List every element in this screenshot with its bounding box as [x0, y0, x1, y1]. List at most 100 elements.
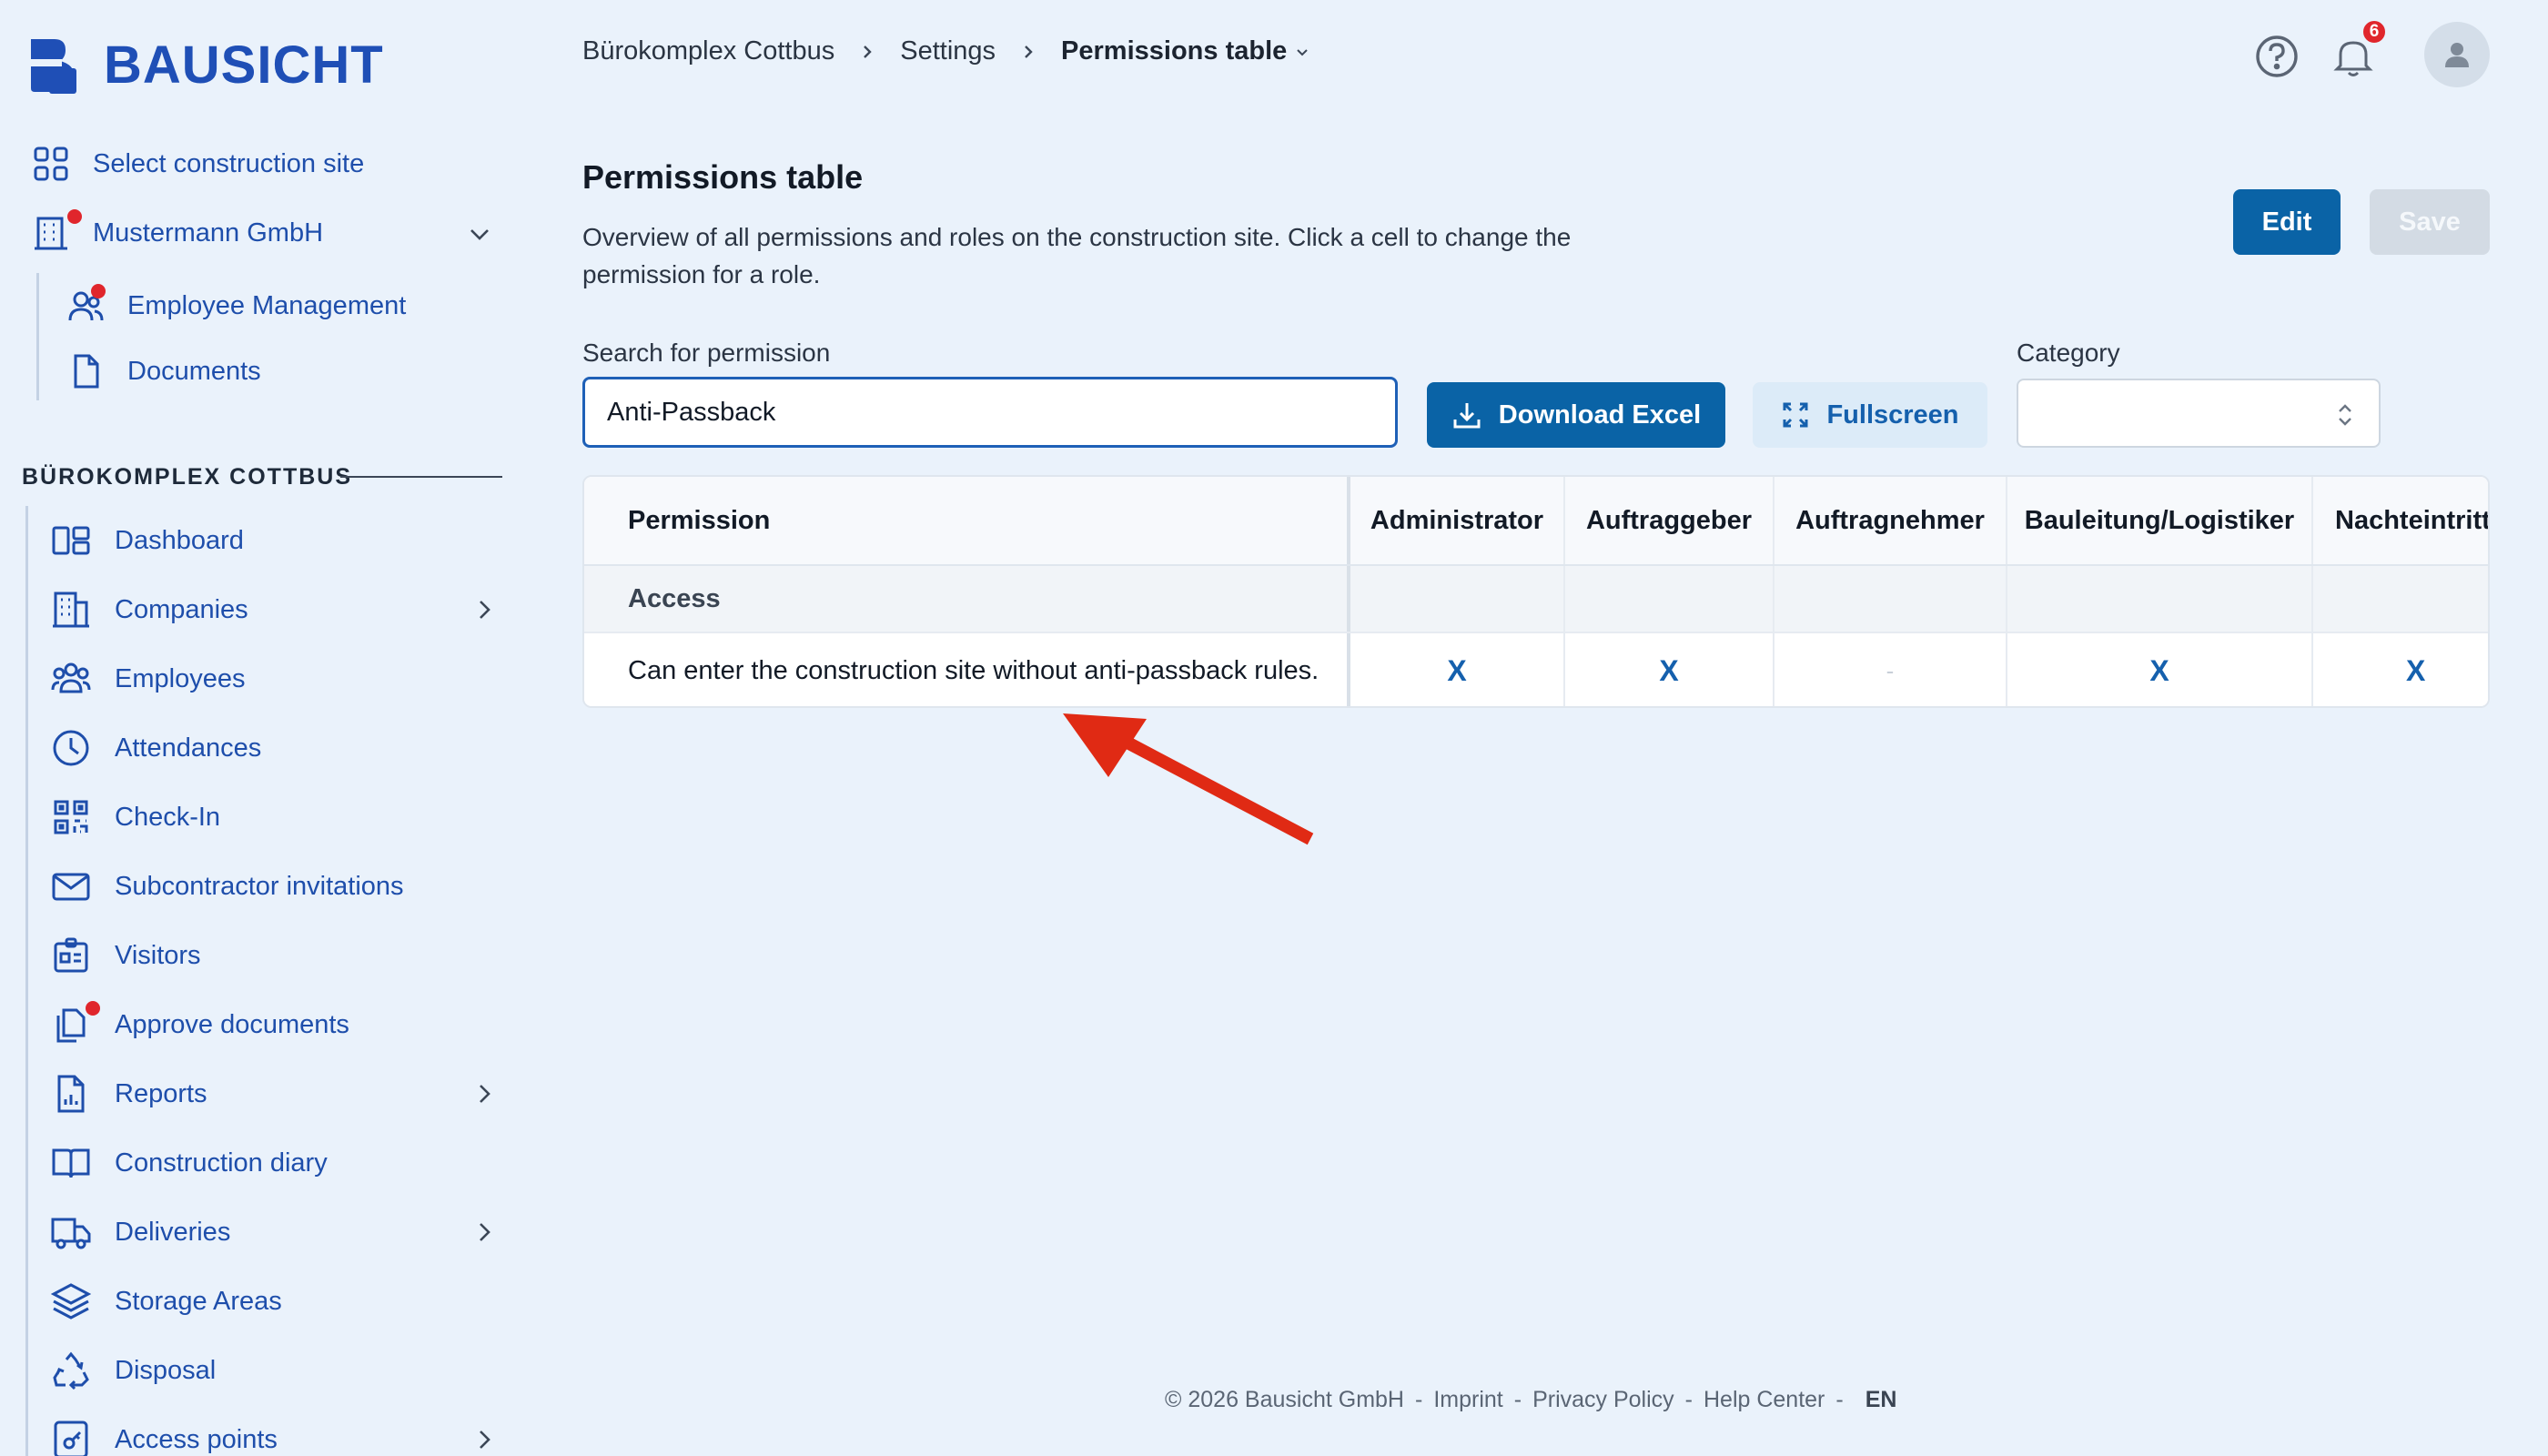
table-cell [2007, 566, 2313, 632]
column-header: Nachteintritt [2335, 505, 2490, 535]
permission-cell-auftragnehmer[interactable]: - [1774, 633, 2007, 706]
nav-item-check-in[interactable]: Check-In [51, 792, 497, 843]
brand-name: BAUSICHT [104, 35, 384, 95]
user-icon [2445, 43, 2469, 67]
nav-item-access-points[interactable]: Access points [51, 1414, 497, 1456]
nav-item-companies[interactable]: Companies [51, 584, 497, 635]
table-cell [2313, 566, 2488, 632]
table-cell [1350, 566, 1565, 632]
permission-granted-mark: X [2149, 653, 2169, 687]
nav-item-dashboard[interactable]: Dashboard [51, 515, 497, 566]
page-title: Permissions table [582, 158, 864, 196]
employee-management-link[interactable]: Employee Management [67, 284, 407, 324]
nav-item-visitors[interactable]: Visitors [51, 930, 497, 981]
permission-cell-auftraggeber[interactable]: X [1565, 633, 1774, 706]
nav-item-storage-areas[interactable]: Storage Areas [51, 1276, 497, 1327]
privacy-policy-link[interactable]: Privacy Policy [1532, 1387, 1674, 1413]
save-button: Save [2370, 189, 2490, 255]
nav-label: Approve documents [115, 1009, 349, 1039]
employee-management-label: Employee Management [127, 290, 407, 320]
chevron-right-icon [480, 601, 490, 619]
chevron-right-icon [1025, 45, 1033, 58]
notification-dot [91, 284, 106, 298]
permission-cell-administrator[interactable]: X [1350, 633, 1565, 706]
category-cell: Access [584, 566, 1350, 632]
column-header: Administrator [1350, 477, 1565, 564]
id-badge-icon [51, 935, 91, 976]
nav-item-approve-documents[interactable]: Approve documents [51, 999, 497, 1050]
nav-rail [25, 506, 28, 1456]
download-icon [1453, 403, 1481, 429]
company-selector[interactable]: Mustermann GmbH [33, 209, 497, 251]
nav-label: Deliveries [115, 1217, 231, 1247]
footer-separator: - [1684, 1387, 1693, 1412]
help-icon[interactable] [2253, 33, 2300, 80]
table-cell [1565, 566, 1774, 632]
breadcrumb-site[interactable]: Bürokomplex Cottbus [582, 36, 834, 66]
table-row: Can enter the construction site without … [584, 633, 2488, 706]
chevron-right-icon [480, 1431, 490, 1449]
nav-label: Storage Areas [115, 1286, 282, 1316]
nav-item-reports[interactable]: Reports [51, 1068, 497, 1119]
sidebar: BAUSICHT Select construction site Muster… [0, 0, 528, 1456]
brand-logo[interactable]: BAUSICHT [27, 35, 384, 96]
envelope-icon [51, 866, 91, 906]
nav-label: Disposal [115, 1355, 217, 1385]
nav-item-deliveries[interactable]: Deliveries [51, 1207, 497, 1258]
nav-label: Employees [115, 663, 246, 693]
nav-item-attendances[interactable]: Attendances [51, 723, 497, 774]
nav-label: Access points [115, 1424, 278, 1454]
chevron-right-icon [480, 1223, 490, 1241]
submenu-rail [36, 273, 39, 400]
fullscreen-button[interactable]: Fullscreen [1753, 382, 1987, 448]
page-description: Overview of all permissions and roles on… [582, 223, 1572, 288]
permission-cell-nachteintritt[interactable]: X [2313, 633, 2488, 706]
key-card-icon [51, 1420, 91, 1456]
breadcrumb: Bürokomplex Cottbus Settings Permissions… [582, 36, 1310, 66]
category-label: Category [2017, 339, 2120, 367]
edit-button[interactable]: Edit [2233, 189, 2341, 255]
permission-granted-mark: X [2406, 653, 2426, 687]
nav-label: Construction diary [115, 1148, 328, 1178]
chevron-down-icon[interactable] [1294, 44, 1310, 60]
nav-item-disposal[interactable]: Disposal [51, 1345, 497, 1396]
avatar[interactable] [2424, 22, 2490, 87]
document-icon [67, 353, 104, 389]
select-construction-site-link[interactable]: Select construction site [33, 146, 364, 182]
permission-denied-mark: - [1886, 656, 1895, 684]
notification-dot [86, 1001, 100, 1016]
nav-item-subcontractor-invitations[interactable]: Subcontractor invitations [51, 861, 497, 912]
column-header: Bauleitung/Logistiker [2007, 477, 2313, 564]
notification-dot [67, 209, 82, 224]
table-header-row: Permission Administrator Auftraggeber Au… [584, 477, 2490, 566]
nav-label: Dashboard [115, 525, 244, 555]
breadcrumb-settings[interactable]: Settings [900, 36, 996, 66]
imprint-link[interactable]: Imprint [1433, 1387, 1502, 1413]
site-section-title: BÜROKOMPLEX COTTBUS [22, 464, 352, 490]
documents-label: Documents [127, 356, 261, 386]
nav-item-construction-diary[interactable]: Construction diary [51, 1138, 497, 1188]
footer-separator: - [1835, 1387, 1844, 1412]
language-switcher[interactable]: EN [1866, 1387, 1897, 1413]
category-select[interactable] [2017, 379, 2381, 448]
group-icon [51, 659, 91, 699]
users-icon [67, 284, 106, 324]
nav-item-employees[interactable]: Employees [51, 653, 497, 704]
chevron-right-icon [864, 45, 872, 58]
search-input[interactable] [582, 377, 1398, 448]
column-header: Auftragnehmer [1774, 477, 2007, 564]
office-building-icon [51, 590, 91, 630]
download-excel-button[interactable]: Download Excel [1427, 382, 1725, 448]
documents-link[interactable]: Documents [67, 353, 261, 389]
search-label: Search for permission [582, 339, 831, 367]
company-name: Mustermann GmbH [93, 217, 324, 248]
book-icon [51, 1143, 91, 1183]
report-icon [51, 1074, 91, 1114]
permission-granted-mark: X [1659, 653, 1679, 687]
table-cell [1774, 566, 2007, 632]
updown-chevron-icon [2339, 404, 2351, 426]
permission-cell-bauleitung[interactable]: X [2007, 633, 2313, 706]
truck-icon [51, 1212, 91, 1252]
breadcrumb-current[interactable]: Permissions table [1061, 36, 1287, 66]
help-center-link[interactable]: Help Center [1704, 1387, 1825, 1413]
